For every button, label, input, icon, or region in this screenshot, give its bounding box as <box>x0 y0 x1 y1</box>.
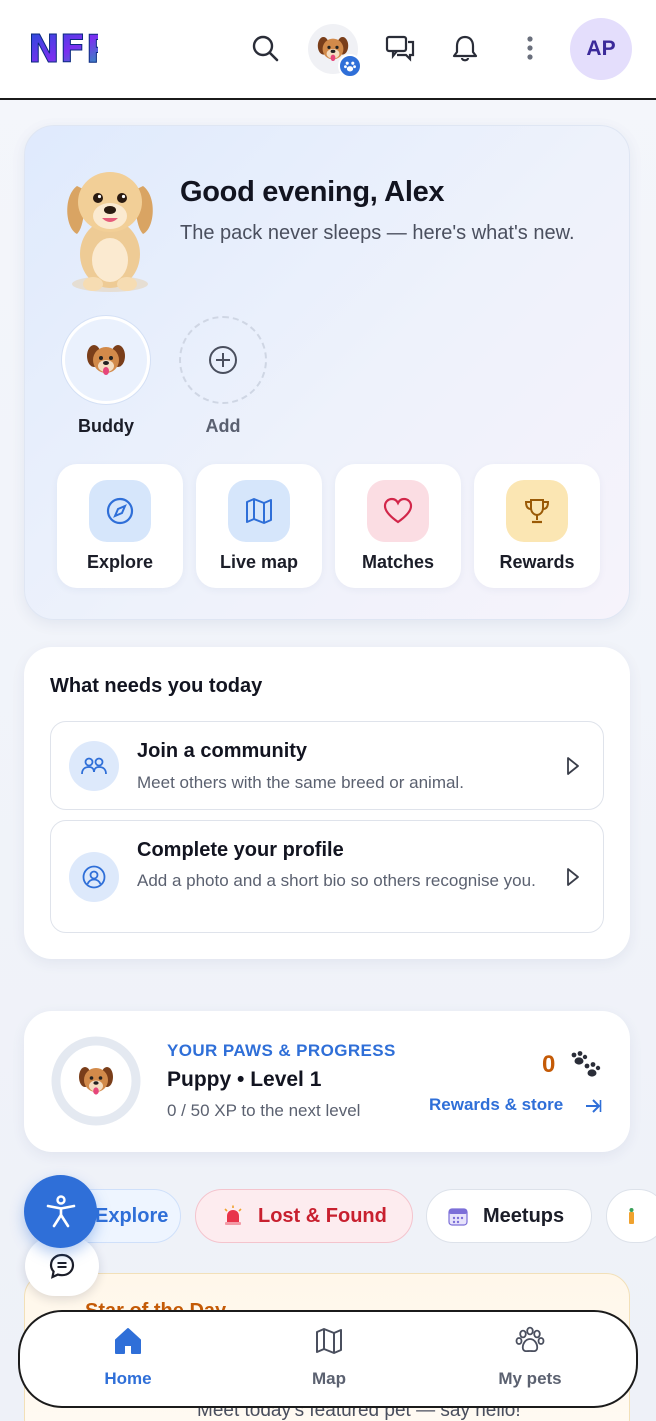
more-menu-icon[interactable] <box>510 28 550 68</box>
task-title: Complete your profile <box>137 839 344 861</box>
user-circle-icon <box>69 852 119 902</box>
user-avatar[interactable]: AP <box>570 18 632 80</box>
rewards-store-link[interactable]: Rewards & store <box>429 1095 563 1115</box>
nav-label: Home <box>104 1369 152 1388</box>
home-icon <box>115 1328 141 1354</box>
task-title: Join a community <box>137 740 308 762</box>
chat-bubble-icon <box>49 1253 75 1279</box>
chip-label: Meetups <box>483 1204 565 1227</box>
dog-face-icon <box>87 345 125 375</box>
calendar-icon <box>448 1208 468 1226</box>
app-logo[interactable]: NFP <box>26 22 115 74</box>
pet-chip-buddy[interactable]: Buddy <box>60 316 152 437</box>
task-complete-profile[interactable]: Complete your profile Add a photo and a … <box>50 820 604 933</box>
chevron-right-icon <box>567 757 579 775</box>
chip-meetups[interactable]: Meetups <box>426 1189 592 1243</box>
active-pet-switcher[interactable] <box>308 24 362 78</box>
add-pet-label: Add <box>205 416 241 436</box>
dog-face-icon <box>79 1067 113 1095</box>
greeting-title: Good evening, Alex <box>180 176 445 208</box>
chip-emoji-icon <box>629 1208 634 1224</box>
map-icon <box>316 1328 342 1354</box>
section-title: What needs you today <box>50 675 263 697</box>
accessibility-button[interactable] <box>24 1175 97 1248</box>
greeting-subtitle: The pack never sleeps — here's what's ne… <box>180 222 575 244</box>
quick-action-label: Rewards <box>499 552 575 572</box>
compass-icon <box>89 480 151 542</box>
chip-label: Lost & Found <box>258 1204 387 1227</box>
hero-card: Good evening, Alex The pack never sleeps… <box>24 125 630 620</box>
pet-name: Buddy <box>78 416 134 436</box>
pet-avatar <box>62 316 150 404</box>
chip-lost-found[interactable]: Lost & Found <box>195 1189 413 1243</box>
arrow-right-icon <box>586 1099 602 1113</box>
golden-puppy-illustration <box>55 156 165 296</box>
svg-text:NFP: NFP <box>28 27 98 71</box>
paw-count: 0 <box>542 1051 556 1078</box>
progress-kicker: YOUR PAWS & PROGRESS <box>167 1041 396 1060</box>
nav-label: My pets <box>498 1369 562 1388</box>
accessibility-icon <box>46 1194 75 1227</box>
quick-action-live-map[interactable]: Live map <box>196 464 322 588</box>
xp-progress-ring <box>51 1036 141 1126</box>
nav-my-pets[interactable]: My pets <box>470 1326 590 1389</box>
task-description: Meet others with the same breed or anima… <box>137 773 464 792</box>
paw-prints-icon <box>571 1051 601 1077</box>
chevron-right-icon <box>567 868 579 886</box>
paw-badge-icon <box>338 54 362 78</box>
xp-status: 0 / 50 XP to the next level <box>167 1101 361 1120</box>
quick-action-explore[interactable]: Explore <box>57 464 183 588</box>
heart-icon <box>367 480 429 542</box>
trophy-icon <box>506 480 568 542</box>
nav-home[interactable]: Home <box>68 1326 188 1389</box>
add-pet-button[interactable]: Add <box>177 316 269 437</box>
paw-icon <box>515 1326 545 1353</box>
quick-action-label: Live map <box>219 552 299 572</box>
chip-label: Explore <box>95 1204 169 1227</box>
plus-circle-icon <box>209 346 237 374</box>
nav-label: Map <box>312 1369 346 1388</box>
quick-action-label: Matches <box>361 552 435 572</box>
map-icon <box>228 480 290 542</box>
task-description: Add a photo and a short bio so others re… <box>137 871 536 890</box>
pet-level: Puppy • Level 1 <box>167 1068 322 1091</box>
add-pet-circle <box>179 316 267 404</box>
nav-map[interactable]: Map <box>269 1326 389 1389</box>
top-bar: NFP AP <box>0 0 656 100</box>
needs-today-card: What needs you today Join a community Me… <box>24 647 630 959</box>
quick-action-rewards[interactable]: Rewards <box>474 464 600 588</box>
community-icon <box>69 741 119 791</box>
siren-icon <box>224 1205 242 1225</box>
quick-action-matches[interactable]: Matches <box>335 464 461 588</box>
chip-more[interactable] <box>606 1189 656 1243</box>
bottom-navigation: Home Map My pets <box>18 1310 638 1408</box>
messages-icon[interactable] <box>380 28 420 68</box>
quick-action-label: Explore <box>86 552 154 572</box>
search-icon[interactable] <box>245 28 285 68</box>
notifications-bell-icon[interactable] <box>445 28 485 68</box>
paws-progress-card[interactable]: YOUR PAWS & PROGRESS Puppy • Level 1 0 /… <box>24 1011 630 1152</box>
task-join-community[interactable]: Join a community Meet others with the sa… <box>50 721 604 810</box>
